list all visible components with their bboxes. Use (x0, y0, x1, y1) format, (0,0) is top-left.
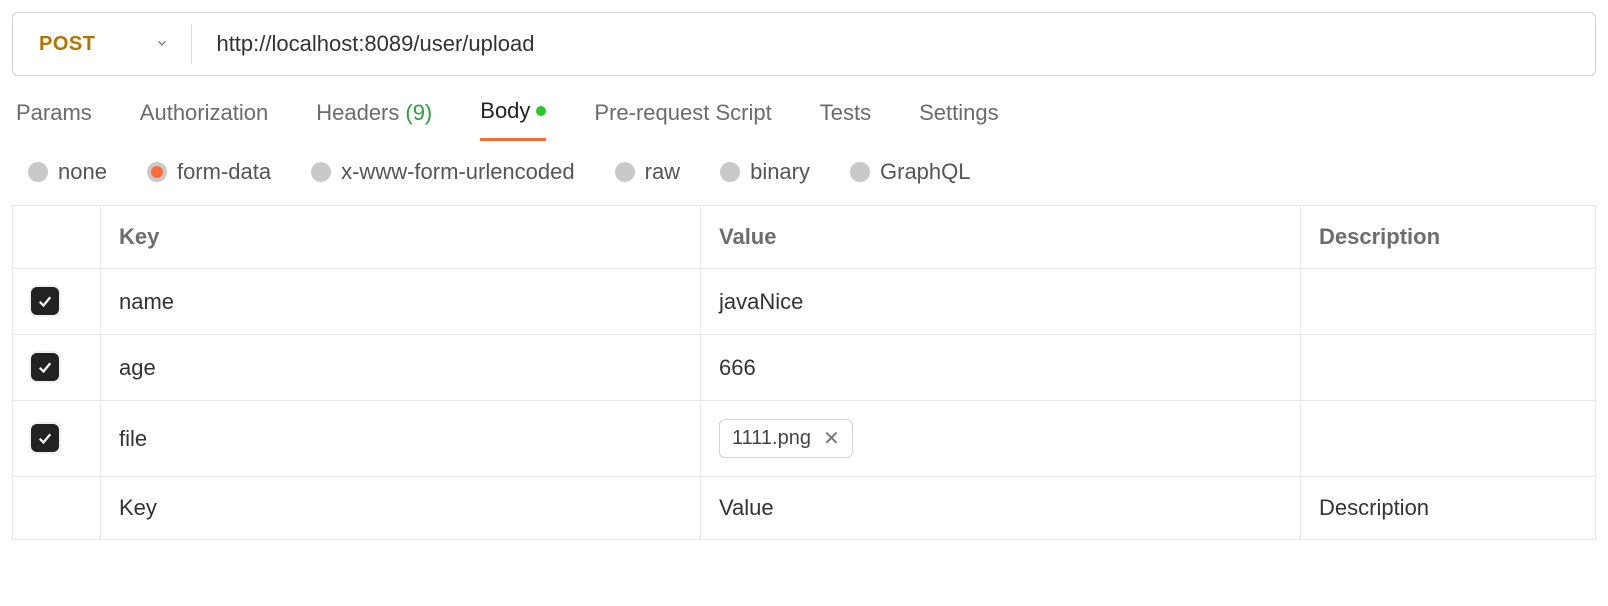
cell-key[interactable]: name (101, 269, 701, 335)
tab-label: Headers (316, 100, 399, 126)
row-checkbox[interactable] (31, 287, 59, 315)
radio-binary[interactable]: binary (720, 159, 810, 185)
tab-label: Body (480, 98, 530, 124)
tab-headers[interactable]: Headers (9) (316, 100, 432, 140)
file-chip[interactable]: 1111.png ✕ (719, 419, 853, 458)
new-value-input[interactable]: Value (701, 477, 1301, 540)
radio-label: form-data (177, 159, 271, 185)
cell-description[interactable] (1301, 401, 1596, 477)
row-checkbox[interactable] (31, 353, 59, 381)
tab-label: Settings (919, 100, 999, 126)
radio-icon (28, 162, 48, 182)
cell-description[interactable] (1301, 335, 1596, 401)
radio-raw[interactable]: raw (615, 159, 680, 185)
radio-icon (615, 162, 635, 182)
radio-label: GraphQL (880, 159, 971, 185)
radio-icon (147, 162, 167, 182)
table-row: name javaNice (13, 269, 1596, 335)
table-header-row: Key Value Description (13, 206, 1596, 269)
radio-graphql[interactable]: GraphQL (850, 159, 971, 185)
tab-tests[interactable]: Tests (820, 100, 871, 140)
radio-icon (850, 162, 870, 182)
cell-value[interactable]: 1111.png ✕ (701, 401, 1301, 477)
remove-file-icon[interactable]: ✕ (823, 426, 840, 451)
table-row-new: Key Value Description (13, 477, 1596, 540)
new-row-check (13, 477, 101, 540)
tab-params[interactable]: Params (16, 100, 92, 140)
radio-label: none (58, 159, 107, 185)
body-type-radios: none form-data x-www-form-urlencoded raw… (0, 141, 1608, 205)
tab-label: Tests (820, 100, 871, 126)
header-description: Description (1301, 206, 1596, 269)
cell-description[interactable] (1301, 269, 1596, 335)
request-url-bar: POST (12, 12, 1596, 76)
new-key-input[interactable]: Key (101, 477, 701, 540)
request-tabs: Params Authorization Headers (9) Body Pr… (0, 76, 1608, 141)
request-url-input[interactable] (192, 13, 1595, 75)
cell-value[interactable]: javaNice (701, 269, 1301, 335)
tab-label: Params (16, 100, 92, 126)
radio-form-data[interactable]: form-data (147, 159, 271, 185)
file-chip-name: 1111.png (732, 427, 811, 450)
tab-label: Authorization (140, 100, 268, 126)
http-method-label: POST (39, 33, 95, 56)
tab-prerequest-script[interactable]: Pre-request Script (594, 100, 771, 140)
header-value: Value (701, 206, 1301, 269)
radio-none[interactable]: none (28, 159, 107, 185)
radio-icon (720, 162, 740, 182)
cell-key[interactable]: age (101, 335, 701, 401)
http-method-select[interactable]: POST (13, 13, 191, 75)
cell-key[interactable]: file (101, 401, 701, 477)
row-checkbox[interactable] (31, 424, 59, 452)
radio-label: x-www-form-urlencoded (341, 159, 575, 185)
radio-label: raw (645, 159, 680, 185)
form-data-table: Key Value Description name javaNice age … (12, 205, 1596, 540)
radio-label: binary (750, 159, 810, 185)
tab-authorization[interactable]: Authorization (140, 100, 268, 140)
radio-icon (311, 162, 331, 182)
tab-body[interactable]: Body (480, 98, 546, 141)
table-row: age 666 (13, 335, 1596, 401)
tab-count: (9) (405, 100, 432, 126)
tab-label: Pre-request Script (594, 100, 771, 126)
header-key: Key (101, 206, 701, 269)
active-dot-icon (536, 106, 546, 116)
new-description-input[interactable]: Description (1301, 477, 1596, 540)
cell-value[interactable]: 666 (701, 335, 1301, 401)
tab-settings[interactable]: Settings (919, 100, 999, 140)
table-row: file 1111.png ✕ (13, 401, 1596, 477)
chevron-down-icon (155, 33, 169, 56)
radio-x-www-form-urlencoded[interactable]: x-www-form-urlencoded (311, 159, 575, 185)
header-checkbox-col (13, 206, 101, 269)
